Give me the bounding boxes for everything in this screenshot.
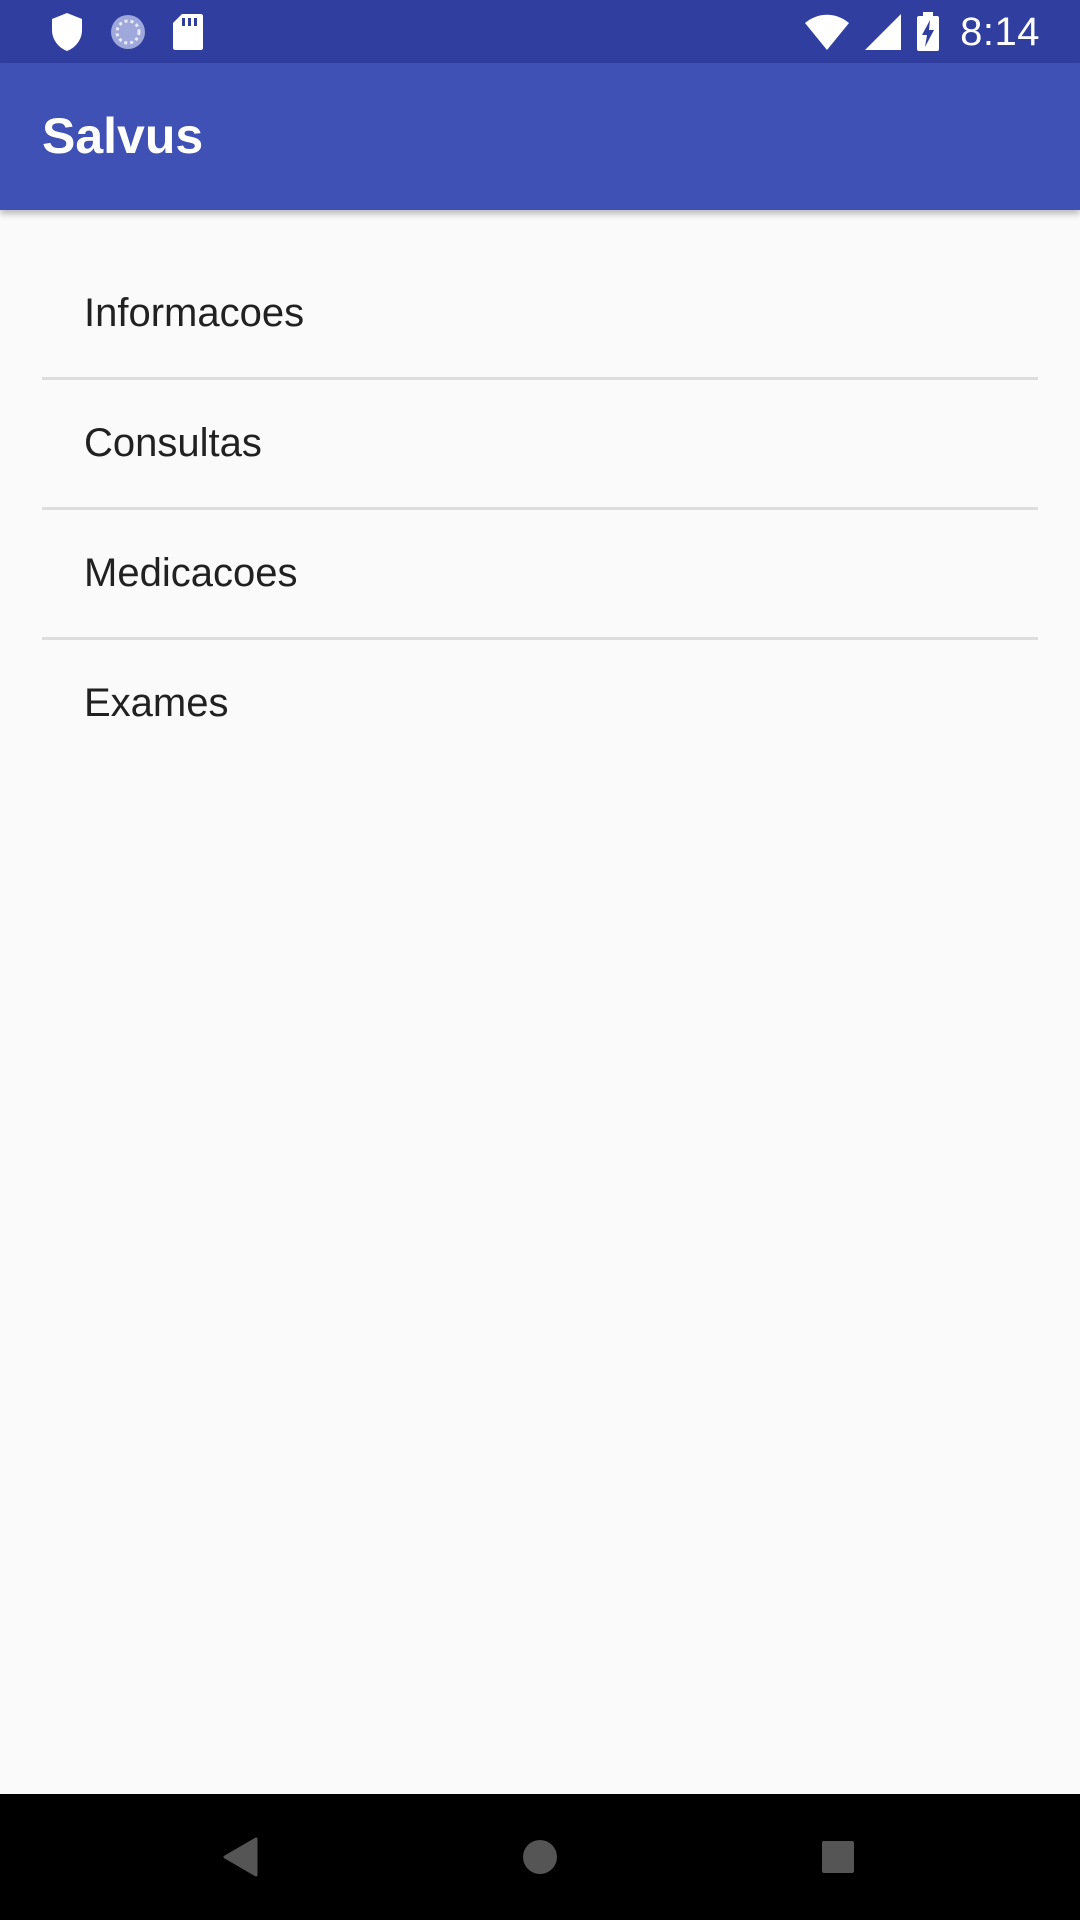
battery-charging-icon [917, 12, 940, 51]
signal-icon [865, 14, 902, 50]
status-bar: 8:14 [0, 0, 1080, 63]
shield-icon [52, 13, 82, 51]
menu-item-label: Exames [84, 681, 229, 725]
wifi-icon [805, 14, 850, 50]
app-bar: Salvus [0, 63, 1080, 210]
home-icon [523, 1840, 557, 1874]
status-time: 8:14 [960, 10, 1040, 54]
back-button[interactable] [205, 1822, 275, 1892]
status-system-icons: 8:14 [804, 10, 1040, 54]
menu-item-consultas[interactable]: Consultas [42, 380, 1038, 510]
menu-list: Informacoes Consultas Medicacoes Exames [42, 250, 1038, 767]
app-title: Salvus [42, 108, 204, 164]
back-icon [223, 1837, 258, 1877]
menu-item-label: Consultas [84, 421, 262, 465]
recents-button[interactable] [803, 1822, 873, 1892]
sync-icon [111, 15, 145, 49]
status-notification-icons [50, 12, 228, 52]
menu-item-label: Informacoes [84, 291, 305, 335]
menu-item-label: Medicacoes [84, 551, 298, 595]
screen: 8:14 Salvus Informacoes Consultas Medica… [0, 0, 1080, 1920]
home-button[interactable] [505, 1822, 575, 1892]
sd-card-icon [173, 14, 203, 50]
navigation-bar [0, 1794, 1080, 1920]
recents-icon [822, 1841, 854, 1873]
menu-item-exames[interactable]: Exames [42, 640, 1038, 767]
menu-item-medicacoes[interactable]: Medicacoes [42, 510, 1038, 640]
menu-item-informacoes[interactable]: Informacoes [42, 250, 1038, 380]
